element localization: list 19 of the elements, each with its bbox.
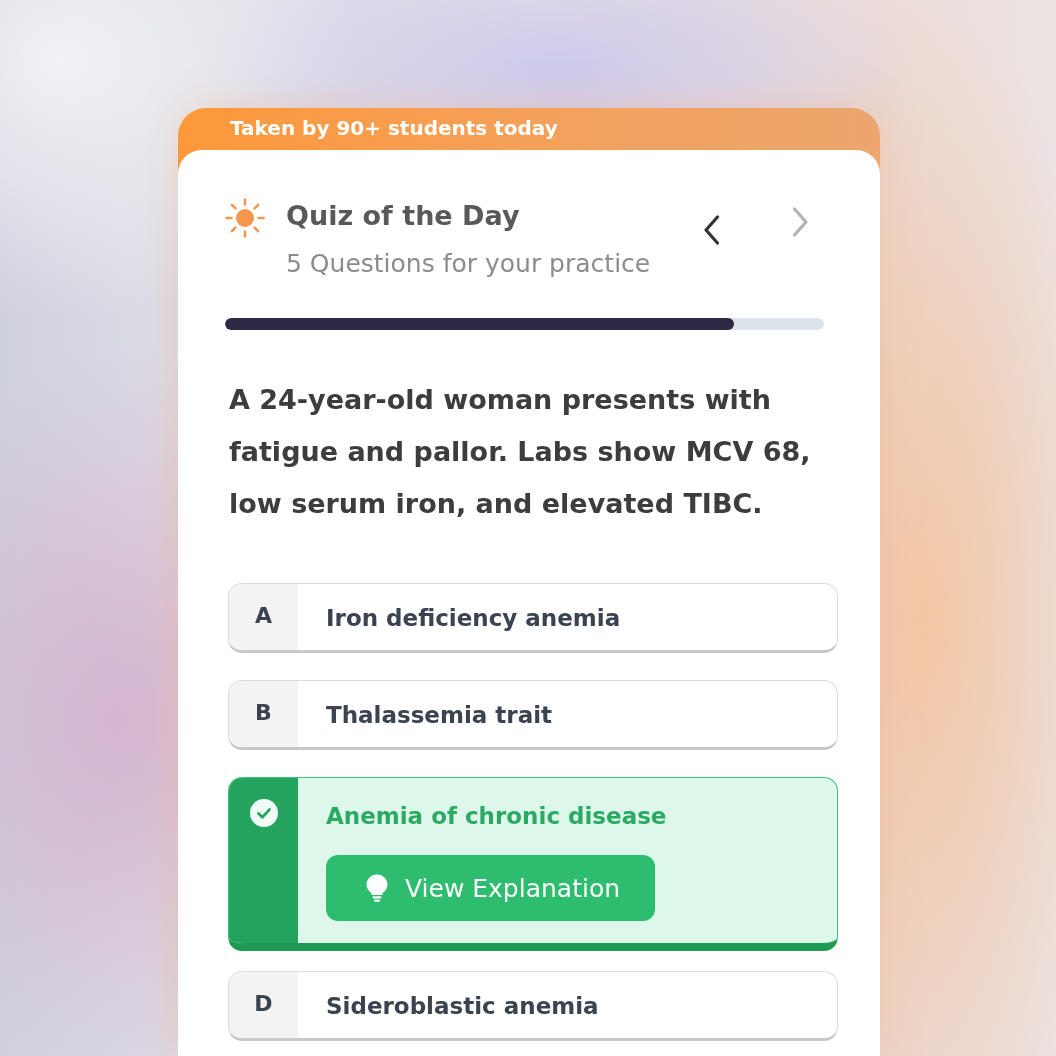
option-text: Anemia of chronic disease [326, 802, 667, 831]
option-letter: A [229, 584, 298, 650]
option-letter: B [229, 681, 298, 747]
option-text: Thalassemia trait [326, 701, 553, 730]
question-text: A 24-year-old woman presents with fatigue and pallor. Labs show MCV 68, low serum iron, and elevated TIBC. [229, 383, 812, 521]
chevron-left-icon [702, 214, 722, 246]
answer-option[interactable]: D Sideroblastic anemia [228, 971, 838, 1041]
chevron-right-icon [790, 206, 810, 238]
banner-text: Taken by 90+ students today [230, 116, 558, 140]
check-circle-icon [249, 799, 278, 827]
option-letter: D [229, 972, 298, 1038]
answer-option[interactable]: B Thalassemia trait [228, 680, 838, 750]
sun-icon [225, 198, 265, 238]
option-text: Sideroblastic anemia [326, 992, 599, 1021]
quiz-subtitle: 5 Questions for your practice [286, 249, 651, 279]
lightbulb-icon [366, 874, 388, 902]
option-text: Iron deficiency anemia [326, 604, 621, 633]
answer-option[interactable]: A Iron deficiency anemia [228, 583, 838, 653]
quiz-title: Quiz of the Day [286, 199, 520, 233]
